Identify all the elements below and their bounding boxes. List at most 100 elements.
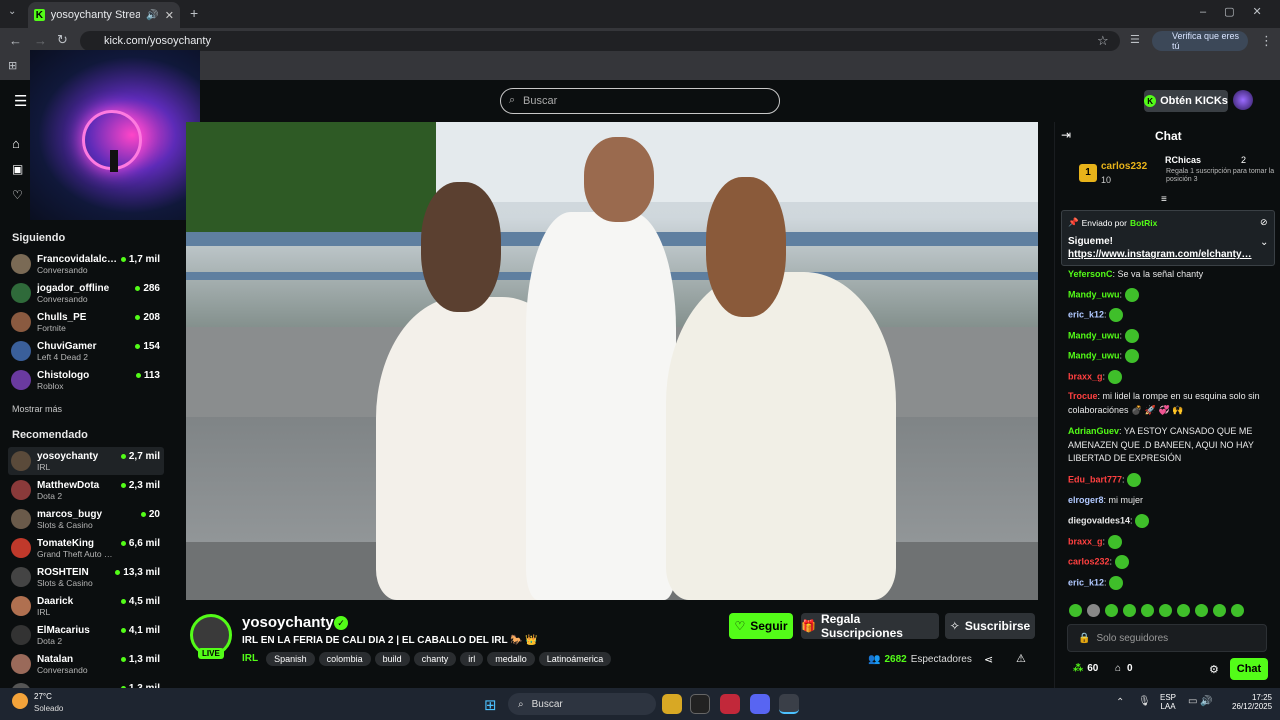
- emote-bar[interactable]: [1069, 604, 1275, 618]
- app-chrome-icon[interactable]: [779, 694, 799, 714]
- new-tab-icon[interactable]: +: [190, 5, 198, 21]
- tray-chevron-icon[interactable]: ⌃: [1116, 697, 1124, 708]
- channel-name[interactable]: yosoychanty: [242, 614, 334, 631]
- channel-row[interactable]: Chistologo Roblox 113: [8, 366, 164, 394]
- show-more-link[interactable]: Mostrar más: [12, 404, 62, 414]
- tag-pill[interactable]: irl: [460, 652, 484, 666]
- browser-tab[interactable]: K yosoychanty Stream - Watc 🔊 ✕: [28, 2, 180, 28]
- search-input[interactable]: ⌕ Buscar: [500, 88, 780, 114]
- profile-verify-button[interactable]: Verifica que eres tú: [1152, 31, 1248, 51]
- browser-menu-icon[interactable]: ⋮: [1260, 33, 1273, 49]
- settings-gear-icon[interactable]: ⚙: [1209, 663, 1219, 676]
- share-icon[interactable]: ⋖: [984, 653, 993, 666]
- browse-icon[interactable]: ▣: [12, 162, 23, 176]
- app-brave-icon[interactable]: [662, 694, 682, 714]
- emote-icon[interactable]: [1177, 604, 1190, 617]
- chat-message[interactable]: eric_k12:: [1068, 308, 1274, 322]
- chat-message[interactable]: Mandy_uwu:: [1068, 288, 1274, 302]
- chat-username[interactable]: eric_k12: [1068, 309, 1104, 319]
- channel-row[interactable]: ElMacarius Dota 2 4,1 mil: [8, 621, 164, 649]
- chat-message[interactable]: Trocue: mi lidel la rompe en su esquina …: [1068, 390, 1274, 417]
- forward-icon[interactable]: →: [34, 33, 47, 48]
- hamburger-menu-icon[interactable]: ☰: [14, 92, 27, 110]
- channel-row[interactable]: yosoychanty IRL 2,7 mil: [8, 447, 164, 475]
- following-heart-icon[interactable]: ♡: [12, 188, 23, 202]
- chat-username[interactable]: carlos232: [1068, 556, 1110, 566]
- app-tasks-icon[interactable]: [720, 694, 740, 714]
- back-icon[interactable]: ←: [9, 33, 22, 48]
- emote-icon[interactable]: [1123, 604, 1136, 617]
- app-icon[interactable]: [690, 694, 710, 714]
- bookmark-star-icon[interactable]: ☆: [1097, 33, 1109, 49]
- audio-icon[interactable]: 🔊: [146, 10, 158, 21]
- network-volume-icon[interactable]: ▭ 🔊: [1188, 696, 1213, 707]
- tab-close-icon[interactable]: ✕: [165, 9, 174, 22]
- weather-icon[interactable]: [12, 693, 28, 709]
- pinned-message[interactable]: 📌 Enviado por BotRix Sigueme! https://ww…: [1061, 210, 1275, 266]
- chat-username[interactable]: braxx_g: [1068, 371, 1103, 381]
- channel-row[interactable]: ROSHTEIN Slots & Casino 13,3 mil: [8, 563, 164, 591]
- chat-message[interactable]: Mandy_uwu:: [1068, 329, 1274, 343]
- language-indicator[interactable]: ESP LAA: [1160, 693, 1176, 711]
- chat-username[interactable]: Trocue: [1068, 391, 1098, 401]
- chat-username[interactable]: diegovaldes14: [1068, 515, 1130, 525]
- chat-username[interactable]: Mandy_uwu: [1068, 350, 1120, 360]
- emote-icon[interactable]: [1087, 604, 1100, 617]
- channel-row[interactable]: Chulls_PE Fortnite 208: [8, 308, 164, 336]
- chat-message[interactable]: braxx_g:: [1068, 535, 1274, 549]
- emote-icon[interactable]: [1105, 604, 1118, 617]
- media-control-icon[interactable]: ☰: [1130, 33, 1140, 46]
- channel-row[interactable]: Francovidalalcal… Conversando 1,7 mil: [8, 250, 164, 278]
- chat-username[interactable]: elroger8: [1068, 495, 1104, 505]
- tag-pill[interactable]: Latinoámerica: [538, 652, 612, 666]
- emote-icon[interactable]: [1159, 604, 1172, 617]
- unpin-icon[interactable]: ⊘: [1260, 217, 1268, 228]
- channel-row[interactable]: ChuviGamer Left 4 Dead 2 154: [8, 337, 164, 365]
- chat-message[interactable]: carlos232:: [1068, 555, 1274, 569]
- windows-start-icon[interactable]: ⊞: [484, 696, 497, 714]
- tab-search-icon[interactable]: ⌄: [8, 6, 16, 17]
- channel-points[interactable]: ⁂ 60: [1073, 663, 1098, 674]
- window-controls[interactable]: –▢✕: [1200, 5, 1280, 18]
- channel-row[interactable]: MatthewDota Dota 2 2,3 mil: [8, 476, 164, 504]
- channel-row[interactable]: jogador_offline Conversando 286: [8, 279, 164, 307]
- expand-leaderboard-icon[interactable]: ≡: [1161, 194, 1167, 205]
- reload-icon[interactable]: ↻: [57, 32, 68, 48]
- follow-button[interactable]: ♡ Seguir: [729, 613, 793, 639]
- apps-grid-icon[interactable]: ⊞: [8, 59, 17, 72]
- pinned-link[interactable]: https://www.instagram.com/elchanty…: [1068, 249, 1252, 260]
- chat-username[interactable]: YefersonC: [1068, 269, 1113, 279]
- chat-username[interactable]: eric_k12: [1068, 577, 1104, 587]
- gift-subs-button[interactable]: 🎁 Regala Suscripciones: [801, 612, 939, 640]
- chat-username[interactable]: Mandy_uwu: [1068, 289, 1120, 299]
- report-icon[interactable]: ⚠: [1016, 652, 1026, 665]
- channel-row[interactable]: Natalan Conversando 1,3 mil: [8, 650, 164, 678]
- chat-username[interactable]: AdrianGuev: [1068, 426, 1119, 436]
- tag-pill[interactable]: Spanish: [266, 652, 315, 666]
- emote-icon[interactable]: [1231, 604, 1244, 617]
- url-field[interactable]: kick.com/yosoychanty: [80, 31, 1120, 51]
- send-chat-button[interactable]: Chat: [1230, 658, 1268, 680]
- tag-pill[interactable]: build: [374, 652, 410, 666]
- gift-counter[interactable]: ⌂ 0: [1115, 663, 1133, 674]
- channel-row[interactable]: Daarick IRL 4,5 mil: [8, 592, 164, 620]
- chat-username[interactable]: braxx_g: [1068, 536, 1103, 546]
- pip-video-thumbnail[interactable]: [30, 50, 200, 220]
- chat-message[interactable]: Mandy_uwu:: [1068, 349, 1274, 363]
- emote-icon[interactable]: [1213, 604, 1226, 617]
- home-icon[interactable]: ⌂: [12, 136, 20, 151]
- app-discord-icon[interactable]: [750, 694, 770, 714]
- emote-icon[interactable]: [1069, 604, 1082, 617]
- chat-message[interactable]: AdrianGuev: YA ESTOY CANSADO QUE ME AMEN…: [1068, 425, 1274, 466]
- chat-input[interactable]: 🔒 Solo seguidores: [1067, 624, 1267, 652]
- chat-message[interactable]: eric_k12:: [1068, 576, 1274, 590]
- emote-icon[interactable]: [1195, 604, 1208, 617]
- chat-message[interactable]: YefersonC: Se va la señal chanty: [1068, 268, 1274, 282]
- taskbar-search[interactable]: ⌕ Buscar: [508, 693, 656, 715]
- tag-pill[interactable]: colombia: [318, 652, 371, 666]
- chat-message[interactable]: braxx_g:: [1068, 370, 1274, 384]
- tag-pill[interactable]: chanty: [413, 652, 457, 666]
- video-player[interactable]: [186, 122, 1038, 600]
- mic-icon[interactable]: 🎙: [1138, 696, 1151, 707]
- chat-message[interactable]: elroger8: mi mujer: [1068, 494, 1274, 508]
